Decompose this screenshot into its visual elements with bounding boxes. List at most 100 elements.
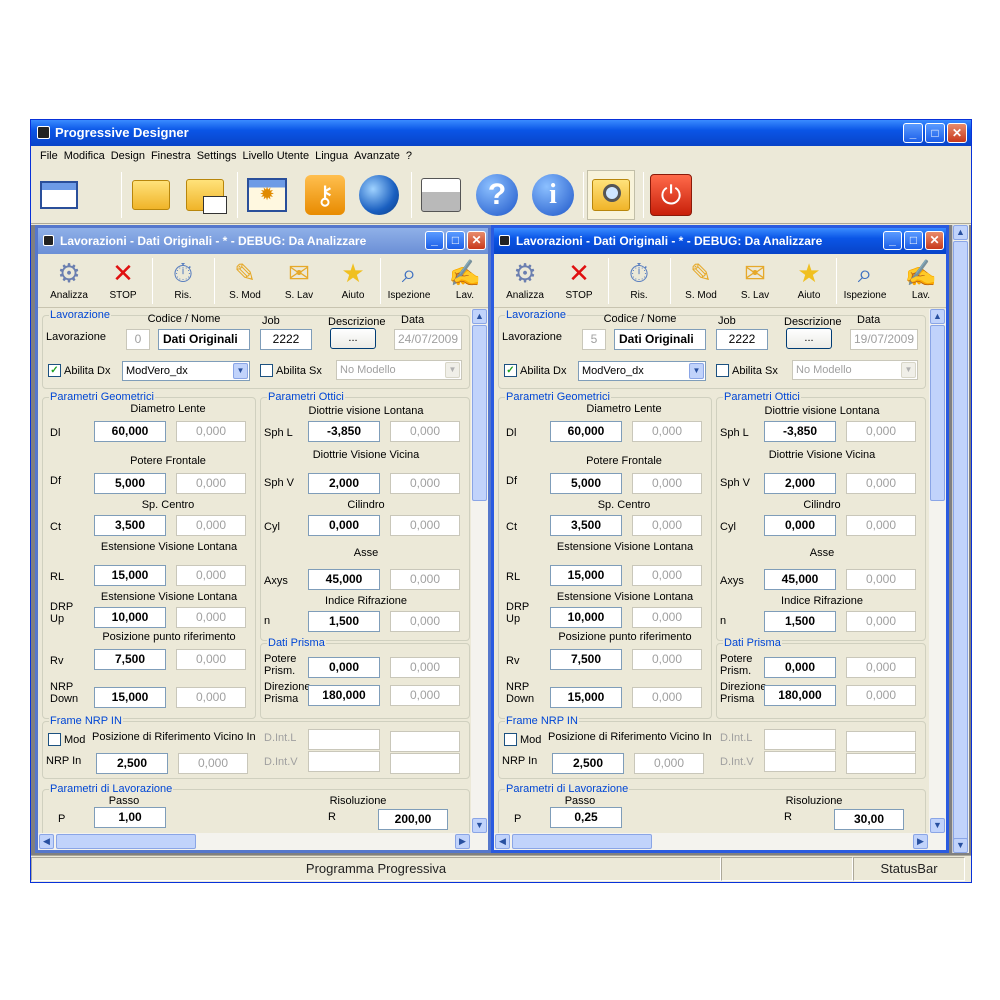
child-horizontal-scrollbar[interactable]: ◀ ▶ [38,833,488,850]
df-field-2[interactable]: 0,000 [632,473,702,494]
menu-file[interactable]: File [37,147,61,165]
sphl-field-2[interactable]: 0,000 [390,421,460,442]
scroll-down-arrow-icon[interactable]: ▼ [472,818,487,833]
dintv-field[interactable] [764,751,836,772]
dl-field[interactable]: 60,000 [94,421,166,442]
scroll-right-arrow-icon[interactable]: ▶ [455,834,470,849]
slav-button[interactable]: ✉ S. Lav [272,256,326,306]
menu-lingua[interactable]: Lingua [312,147,351,165]
child-scroll-thumb[interactable] [472,325,487,501]
dintl-field[interactable] [764,729,836,750]
drp-up-field-2[interactable]: 0,000 [176,607,246,628]
help-icon[interactable]: ? [473,170,521,220]
child-hscroll-thumb[interactable] [56,834,196,849]
mod-checkbox[interactable]: ✓ [504,733,517,746]
potere-prism-field-2[interactable]: 0,000 [846,657,916,678]
direzione-prisma-field[interactable]: 180,000 [764,685,836,706]
modello-sx-dropdown[interactable]: No Modello ▼ [336,360,462,380]
nrp-down-field[interactable]: 15,000 [94,687,166,708]
maximize-button[interactable]: □ [925,123,945,143]
drp-up-field[interactable]: 10,000 [94,607,166,628]
power-icon[interactable]: ⏻ [647,170,695,220]
printer-icon[interactable] [417,170,465,220]
child-close-button[interactable]: ✕ [925,231,944,250]
abilita-sx-checkbox[interactable]: ✓ [716,364,729,377]
potere-prism-field-2[interactable]: 0,000 [390,657,460,678]
ct-field-2[interactable]: 0,000 [632,515,702,536]
n-field-2[interactable]: 0,000 [846,611,916,632]
lavorazioni-window-2[interactable]: Lavorazioni - Dati Originali - * - DEBUG… [491,225,949,853]
settings-window-icon[interactable]: ✹ [243,170,291,220]
menu-settings[interactable]: Settings [194,147,240,165]
df-field[interactable]: 5,000 [550,473,622,494]
menu-avanzate[interactable]: Avanzate [351,147,403,165]
risoluzione-field[interactable]: 30,00 [834,809,904,830]
aiuto-button[interactable]: ★ Aiuto [326,256,380,306]
menu-design[interactable]: Design [108,147,148,165]
rv-field-2[interactable]: 0,000 [176,649,246,670]
rl-field-2[interactable]: 0,000 [632,565,702,586]
key-icon[interactable]: ⚷ [301,170,349,220]
stop-button[interactable]: ✕ STOP [552,256,606,306]
axys-field-2[interactable]: 0,000 [846,569,916,590]
cyl-field[interactable]: 0,000 [308,515,380,536]
abilita-sx-checkbox[interactable]: ✓ [260,364,273,377]
child-scroll-thumb[interactable] [930,325,945,501]
drp-up-field-2[interactable]: 0,000 [632,607,702,628]
descrizione-button[interactable]: ... [786,328,832,349]
modello-sx-dropdown[interactable]: No Modello ▼ [792,360,918,380]
sphl-field[interactable]: -3,850 [308,421,380,442]
menu-modifica[interactable]: Modifica [61,147,108,165]
ct-field-2[interactable]: 0,000 [176,515,246,536]
scroll-up-arrow-icon[interactable]: ▲ [472,309,487,324]
menu-livello-utente[interactable]: Livello Utente [239,147,312,165]
df-field[interactable]: 5,000 [94,473,166,494]
sphv-field-2[interactable]: 0,000 [390,473,460,494]
rv-field-2[interactable]: 0,000 [632,649,702,670]
rv-field[interactable]: 7,500 [550,649,622,670]
nome-field[interactable]: Dati Originali [614,329,706,350]
child-vertical-scrollbar[interactable]: ▲ ▼ [929,309,946,833]
ris-button[interactable]: ⏱ Ris. [156,256,210,306]
rl-field[interactable]: 15,000 [550,565,622,586]
modello-dx-dropdown[interactable]: ModVero_dx ▼ [578,361,706,381]
direzione-prisma-field[interactable]: 180,000 [308,685,380,706]
ispezione-button[interactable]: ⌕ Ispezione [382,256,436,306]
nrp-in-field[interactable]: 2,500 [552,753,624,774]
analizza-button[interactable]: ⚙ Analizza [42,256,96,306]
nome-field[interactable]: Dati Originali [158,329,250,350]
axys-field[interactable]: 45,000 [764,569,836,590]
codice-field[interactable]: 5 [582,329,606,350]
nrp-down-field-2[interactable]: 0,000 [632,687,702,708]
sphl-field[interactable]: -3,850 [764,421,836,442]
passo-field[interactable]: 1,00 [94,807,166,828]
child-minimize-button[interactable]: _ [425,231,444,250]
job-field[interactable]: 2222 [260,329,312,350]
mdi-vertical-scrollbar[interactable]: ▲ ▼ [952,225,969,853]
axys-field-2[interactable]: 0,000 [390,569,460,590]
close-button[interactable]: ✕ [947,123,967,143]
child-maximize-button[interactable]: □ [904,231,923,250]
nrp-in-field-2[interactable]: 0,000 [634,753,704,774]
child-minimize-button[interactable]: _ [883,231,902,250]
data-field[interactable]: 24/07/2009 [394,329,462,350]
smod-button[interactable]: ✎ S. Mod [674,256,728,306]
potere-prism-field[interactable]: 0,000 [308,657,380,678]
n-field[interactable]: 1,500 [764,611,836,632]
abilita-dx-checkbox[interactable]: ✓ [48,364,61,377]
ct-field[interactable]: 3,500 [94,515,166,536]
scroll-down-arrow-icon[interactable]: ▼ [930,818,945,833]
lav-button[interactable]: ✍ Lav. [438,256,488,306]
nrp-in-field-2[interactable]: 0,000 [178,753,248,774]
mod-checkbox[interactable]: ✓ [48,733,61,746]
n-field-2[interactable]: 0,000 [390,611,460,632]
scroll-down-arrow-icon[interactable]: ▼ [953,838,968,853]
lavorazioni-window-1[interactable]: Lavorazioni - Dati Originali - * - DEBUG… [35,225,491,853]
menu-finestra[interactable]: Finestra [148,147,194,165]
scroll-right-arrow-icon[interactable]: ▶ [913,834,928,849]
n-field[interactable]: 1,500 [308,611,380,632]
cyl-field[interactable]: 0,000 [764,515,836,536]
dintl-field-2[interactable] [846,731,916,752]
risoluzione-field[interactable]: 200,00 [378,809,448,830]
direzione-prisma-field-2[interactable]: 0,000 [390,685,460,706]
